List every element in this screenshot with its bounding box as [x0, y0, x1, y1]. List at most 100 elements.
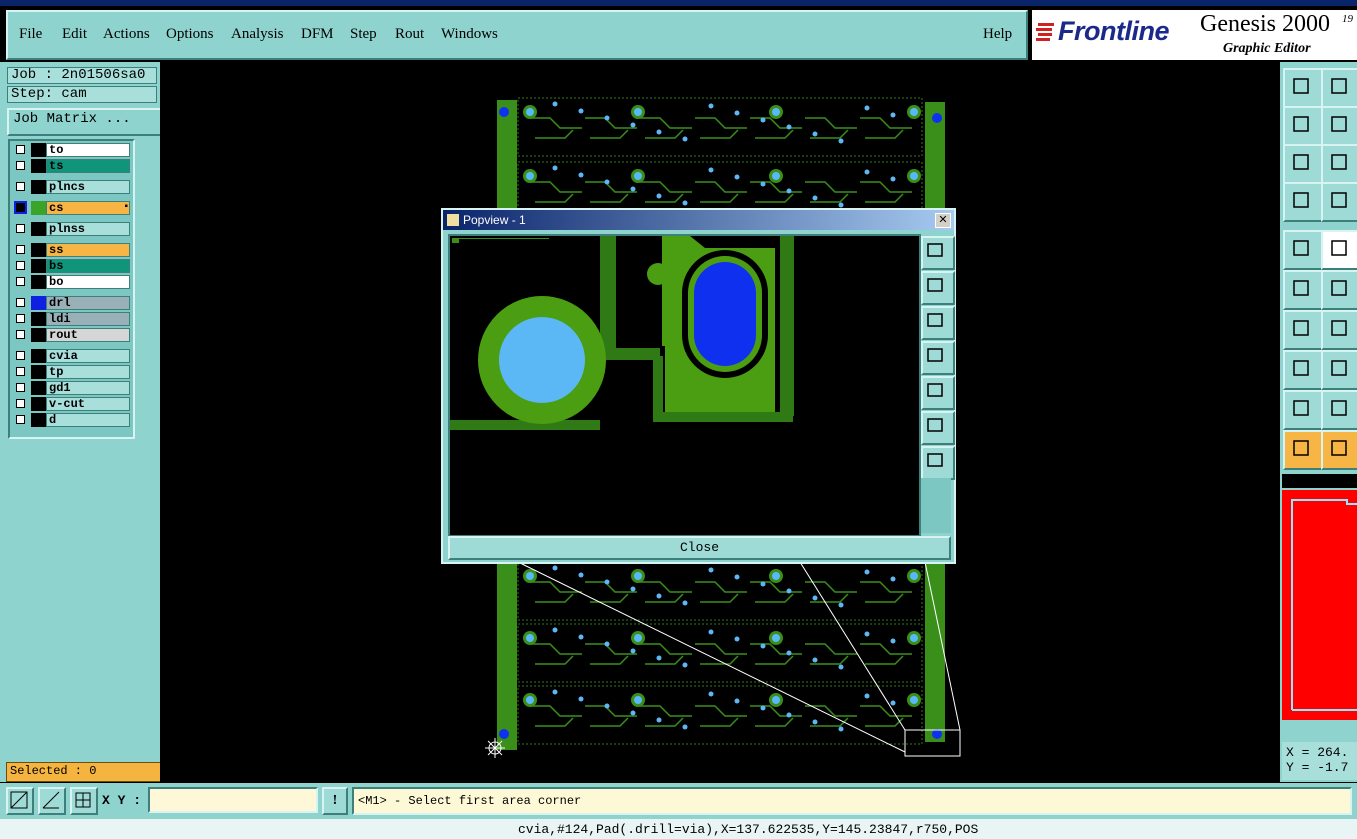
layer-row-v-cut[interactable]: v-cut — [12, 397, 130, 411]
layer-color-swatch[interactable] — [31, 222, 47, 236]
menu-options[interactable]: Options — [166, 26, 214, 43]
layer-name[interactable]: tp — [46, 365, 130, 379]
layer-color-swatch[interactable] — [31, 201, 47, 215]
layer-checkbox[interactable] — [16, 245, 25, 254]
layer-name[interactable]: drl — [46, 296, 130, 310]
layer-name[interactable]: gd1 — [46, 381, 130, 395]
layer-color-swatch[interactable] — [31, 180, 47, 194]
layer-checkbox[interactable] — [16, 261, 25, 270]
layer-checkbox[interactable] — [16, 383, 25, 392]
menu-windows[interactable]: Windows — [441, 26, 498, 43]
layer-name[interactable]: v-cut — [46, 397, 130, 411]
menu-file[interactable]: File — [19, 26, 42, 43]
layer-checkbox[interactable] — [16, 277, 25, 286]
layer-row-cs[interactable]: cs ▪ — [12, 201, 130, 215]
layer-row-cvia[interactable]: cvia — [12, 349, 130, 363]
layer-color-swatch[interactable] — [31, 312, 47, 326]
layer-row-plncs[interactable]: plncs — [12, 180, 130, 194]
layer-row-ldi[interactable]: ldi — [12, 312, 130, 326]
line-tool-icon[interactable] — [1321, 310, 1357, 350]
layer-name[interactable]: ss — [46, 243, 130, 257]
layer-checkbox[interactable] — [16, 161, 25, 170]
pv-center-icon[interactable] — [921, 446, 955, 480]
layer-name[interactable]: rout — [46, 328, 130, 342]
layer-checkbox[interactable] — [14, 201, 27, 214]
pv-up-icon[interactable] — [921, 271, 955, 305]
layer-checkbox[interactable] — [16, 399, 25, 408]
layer-name[interactable]: plncs — [46, 180, 130, 194]
color-tool-icon[interactable] — [1321, 230, 1357, 270]
layer-checkbox[interactable] — [16, 367, 25, 376]
move-right-icon[interactable] — [1321, 106, 1357, 146]
menu-rout[interactable]: Rout — [395, 26, 424, 43]
triangle-tool-icon[interactable] — [1321, 390, 1357, 430]
pv-zoom-icon[interactable] — [921, 236, 955, 270]
move-down-icon[interactable] — [1321, 68, 1357, 108]
pv-fit-icon[interactable] — [921, 411, 955, 445]
layer-color-swatch[interactable] — [31, 349, 47, 363]
layer-checkbox[interactable] — [16, 330, 25, 339]
menu-dfm[interactable]: DFM — [301, 26, 334, 43]
menu-edit[interactable]: Edit — [62, 26, 87, 43]
layer-color-swatch[interactable] — [31, 243, 47, 257]
layer-row-gd1[interactable]: gd1 — [12, 381, 130, 395]
zoom-home-icon[interactable] — [1321, 144, 1357, 184]
overview-map[interactable] — [1282, 490, 1357, 720]
menu-step[interactable]: Step — [350, 26, 377, 43]
layer-color-swatch[interactable] — [31, 365, 47, 379]
popview-canvas[interactable] — [448, 234, 921, 537]
layer-checkbox[interactable] — [16, 182, 25, 191]
menu-help[interactable]: Help — [983, 26, 1012, 43]
layer-name[interactable]: ldi — [46, 312, 130, 326]
job-matrix-button[interactable]: Job Matrix ... — [7, 108, 163, 136]
layer-name[interactable]: bo — [46, 275, 130, 289]
layer-color-swatch[interactable] — [31, 413, 47, 427]
pv-left-icon[interactable] — [921, 341, 955, 375]
pv-right-icon[interactable] — [921, 376, 955, 410]
move-left-icon[interactable] — [1283, 106, 1323, 146]
connect-icon[interactable] — [1283, 270, 1323, 310]
layer-name[interactable]: plnss — [46, 222, 130, 236]
layer-color-swatch[interactable] — [31, 159, 47, 173]
point-tool-icon[interactable] — [1283, 350, 1323, 390]
popview-titlebar[interactable]: Popview - 1 ✕ — [443, 210, 954, 230]
layer-name[interactable]: bs — [46, 259, 130, 273]
exclamation-icon[interactable]: ! — [322, 787, 348, 815]
pv-down-icon[interactable] — [921, 306, 955, 340]
layer-color-swatch[interactable] — [31, 328, 47, 342]
angle-tool-icon[interactable] — [1283, 310, 1323, 350]
select-arrow-icon[interactable] — [1283, 430, 1323, 470]
menu-analysis[interactable]: Analysis — [231, 26, 284, 43]
break-icon[interactable] — [1321, 350, 1357, 390]
layer-color-swatch[interactable] — [31, 143, 47, 157]
layer-row-rout[interactable]: rout — [12, 328, 130, 342]
layer-row-ts[interactable]: ts — [12, 159, 130, 173]
layer-name[interactable]: cvia — [46, 349, 130, 363]
select-box-icon[interactable] — [1321, 430, 1357, 470]
delete-icon[interactable] — [1321, 270, 1357, 310]
layer-name[interactable]: ts — [46, 159, 130, 173]
zoom-fit-icon[interactable] — [1283, 144, 1323, 184]
layer-checkbox[interactable] — [16, 351, 25, 360]
layer-checkbox[interactable] — [16, 224, 25, 233]
layer-color-swatch[interactable] — [31, 259, 47, 273]
layer-row-bs[interactable]: bs — [12, 259, 130, 273]
layer-color-swatch[interactable] — [31, 275, 47, 289]
layer-checkbox[interactable] — [16, 415, 25, 424]
layer-color-swatch[interactable] — [31, 397, 47, 411]
layer-row-plnss[interactable]: plnss — [12, 222, 130, 236]
grid-button[interactable] — [70, 787, 98, 815]
layer-color-swatch[interactable] — [31, 296, 47, 310]
arc-tool-icon[interactable] — [1283, 390, 1323, 430]
popview-close-button[interactable]: Close — [448, 536, 951, 560]
layer-row-to[interactable]: to — [12, 143, 130, 157]
close-icon[interactable]: ✕ — [935, 213, 951, 228]
layer-row-d[interactable]: d — [12, 413, 130, 427]
menu-actions[interactable]: Actions — [103, 26, 150, 43]
probe-icon[interactable] — [1283, 182, 1323, 222]
layer-row-ss[interactable]: ss — [12, 243, 130, 257]
move-up-icon[interactable] — [1283, 68, 1323, 108]
layer-name[interactable]: d — [46, 413, 130, 427]
measure-button[interactable] — [38, 787, 66, 815]
xy-input[interactable] — [148, 787, 318, 813]
